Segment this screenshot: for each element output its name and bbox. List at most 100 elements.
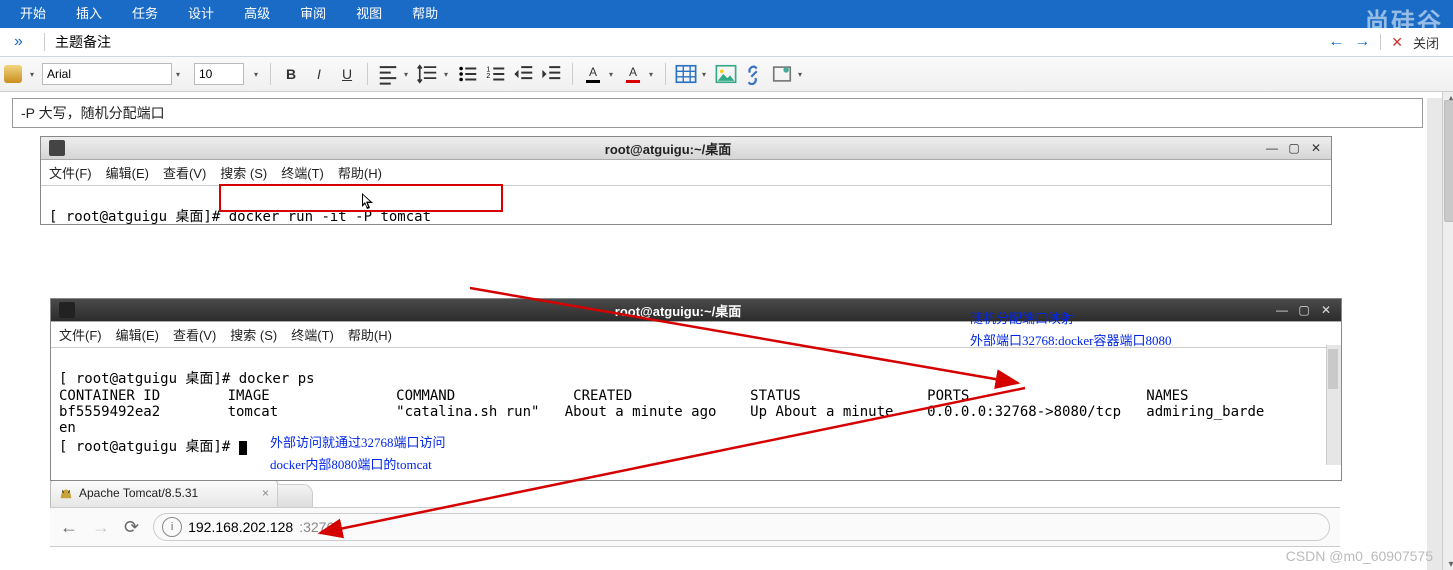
scroll-down-icon[interactable]: ▾ bbox=[1443, 556, 1453, 570]
new-tab-button[interactable] bbox=[277, 484, 313, 507]
term1-menu-term[interactable]: 终端(T) bbox=[281, 163, 324, 182]
annotation-right-2: 外部端口32768:docker容器端口8080 bbox=[970, 330, 1171, 349]
table-dropdown[interactable]: ▾ bbox=[702, 70, 710, 79]
italic-button[interactable]: I bbox=[307, 62, 331, 86]
term1-menu-search[interactable]: 搜索 (S) bbox=[220, 163, 267, 182]
nav-back-icon[interactable]: ← bbox=[1328, 33, 1344, 51]
font-family-dropdown[interactable]: ▾ bbox=[176, 70, 184, 79]
term2-menu-file[interactable]: 文件(F) bbox=[59, 325, 102, 344]
scrollbar-thumb[interactable] bbox=[1328, 349, 1338, 389]
divider bbox=[1380, 34, 1381, 50]
outdent-button[interactable] bbox=[512, 62, 536, 86]
url-port: :32768 bbox=[299, 519, 342, 535]
url-bar[interactable]: i 192.168.202.128 :32768 bbox=[153, 513, 1330, 541]
terminal1-body[interactable]: [ root@atguigu 桌面]# docker run -it -P to… bbox=[41, 186, 1331, 224]
terminal-caret bbox=[239, 441, 247, 455]
term1-menu-view[interactable]: 查看(V) bbox=[163, 163, 206, 182]
object-dropdown[interactable]: ▾ bbox=[798, 70, 806, 79]
terminal-icon bbox=[49, 140, 65, 156]
term2-header: CONTAINER ID IMAGE COMMAND CREATED STATU… bbox=[59, 388, 1188, 404]
bullet-list-button[interactable] bbox=[456, 62, 480, 86]
menu-start[interactable]: 开始 bbox=[20, 3, 46, 22]
browser-window: Apache Tomcat/8.5.31 × ← → ⟳ i 192.168.2… bbox=[50, 478, 1340, 547]
maximize-icon[interactable]: ▢ bbox=[1295, 303, 1313, 317]
align-button[interactable] bbox=[376, 62, 400, 86]
term2-line1: [ root@atguigu 桌面]# docker ps bbox=[59, 371, 315, 387]
nav-fwd-icon[interactable]: → bbox=[1354, 33, 1370, 51]
term2-menu-search[interactable]: 搜索 (S) bbox=[230, 325, 277, 344]
terminal-window-2: root@atguigu:~/桌面 — ▢ ✕ 文件(F) 编辑(E) 查看(V… bbox=[50, 298, 1342, 481]
term1-menu-edit[interactable]: 编辑(E) bbox=[106, 163, 149, 182]
browser-back-icon[interactable]: ← bbox=[60, 517, 78, 538]
url-host: 192.168.202.128 bbox=[188, 519, 293, 535]
term1-menu-help[interactable]: 帮助(H) bbox=[338, 163, 382, 182]
terminal2-scrollbar[interactable] bbox=[1326, 345, 1341, 465]
divider bbox=[367, 63, 368, 85]
topic-bar: » 主题备注 ← → ✕ 关闭 bbox=[0, 28, 1453, 57]
browser-reload-icon[interactable]: ⟳ bbox=[124, 517, 139, 538]
underline-button[interactable]: U bbox=[335, 62, 359, 86]
svg-text:2: 2 bbox=[486, 73, 490, 80]
note-text: -P 大写，随机分配端口 bbox=[21, 105, 165, 121]
main-menu-bar: 开始 插入 任务 设计 高级 审阅 视图 帮助 bbox=[0, 0, 1453, 28]
term2-prompt: [ root@atguigu 桌面]# bbox=[59, 439, 239, 455]
page-scrollbar[interactable]: ▴ ▾ bbox=[1442, 92, 1453, 570]
format-painter-icon[interactable] bbox=[4, 65, 22, 83]
term2-menu-term[interactable]: 终端(T) bbox=[291, 325, 334, 344]
terminal-window-1: root@atguigu:~/桌面 — ▢ ✕ 文件(F) 编辑(E) 查看(V… bbox=[40, 136, 1332, 225]
close-icon[interactable]: ✕ bbox=[1307, 141, 1325, 155]
tomcat-favicon-icon bbox=[59, 486, 73, 500]
mouse-cursor-icon bbox=[361, 192, 377, 212]
menu-view[interactable]: 视图 bbox=[356, 3, 382, 22]
insert-image-button[interactable] bbox=[714, 62, 738, 86]
font-size-select[interactable] bbox=[194, 63, 244, 85]
terminal2-titlebar[interactable]: root@atguigu:~/桌面 — ▢ ✕ bbox=[51, 299, 1341, 322]
format-dropdown[interactable]: ▾ bbox=[30, 70, 38, 79]
divider bbox=[572, 63, 573, 85]
menu-insert[interactable]: 插入 bbox=[76, 3, 102, 22]
line-spacing-button[interactable] bbox=[416, 62, 440, 86]
expand-icon[interactable]: » bbox=[6, 33, 34, 51]
note-box[interactable]: -P 大写，随机分配端口 bbox=[12, 98, 1423, 128]
menu-help[interactable]: 帮助 bbox=[412, 3, 438, 22]
highlight-color-button[interactable]: A bbox=[581, 62, 605, 86]
bold-button[interactable]: B bbox=[279, 62, 303, 86]
terminal2-body[interactable]: [ root@atguigu 桌面]# docker ps CONTAINER … bbox=[51, 348, 1341, 480]
font-color-dropdown[interactable]: ▾ bbox=[649, 70, 657, 79]
menu-review[interactable]: 审阅 bbox=[300, 3, 326, 22]
tab-close-icon[interactable]: × bbox=[262, 486, 269, 500]
indent-button[interactable] bbox=[540, 62, 564, 86]
browser-tab[interactable]: Apache Tomcat/8.5.31 × bbox=[50, 478, 278, 507]
maximize-icon[interactable]: ▢ bbox=[1285, 141, 1303, 155]
divider bbox=[270, 63, 271, 85]
menu-adv[interactable]: 高级 bbox=[244, 3, 270, 22]
terminal1-titlebar[interactable]: root@atguigu:~/桌面 — ▢ ✕ bbox=[41, 137, 1331, 160]
browser-fwd-icon[interactable]: → bbox=[92, 517, 110, 538]
page-scroll-thumb[interactable] bbox=[1444, 100, 1453, 222]
nav-close-icon[interactable]: ✕ bbox=[1391, 34, 1403, 51]
font-size-dropdown[interactable]: ▾ bbox=[254, 70, 262, 79]
minimize-icon[interactable]: — bbox=[1263, 141, 1281, 155]
line-spacing-dropdown[interactable]: ▾ bbox=[444, 70, 452, 79]
insert-link-button[interactable] bbox=[742, 62, 766, 86]
terminal1-title: root@atguigu:~/桌面 bbox=[73, 139, 1263, 158]
font-family-select[interactable] bbox=[42, 63, 172, 85]
term2-line3: en bbox=[59, 420, 76, 436]
insert-object-button[interactable] bbox=[770, 62, 794, 86]
highlight-dropdown[interactable]: ▾ bbox=[609, 70, 617, 79]
nav-close-label[interactable]: 关闭 bbox=[1413, 33, 1439, 52]
divider bbox=[665, 63, 666, 85]
insert-table-button[interactable] bbox=[674, 62, 698, 86]
menu-task[interactable]: 任务 bbox=[132, 3, 158, 22]
font-color-button[interactable]: A bbox=[621, 62, 645, 86]
minimize-icon[interactable]: — bbox=[1273, 303, 1291, 317]
close-icon[interactable]: ✕ bbox=[1317, 303, 1335, 317]
term1-menu-file[interactable]: 文件(F) bbox=[49, 163, 92, 182]
menu-design[interactable]: 设计 bbox=[188, 3, 214, 22]
term2-menu-view[interactable]: 查看(V) bbox=[173, 325, 216, 344]
number-list-button[interactable]: 12 bbox=[484, 62, 508, 86]
align-dropdown[interactable]: ▾ bbox=[404, 70, 412, 79]
term2-menu-edit[interactable]: 编辑(E) bbox=[116, 325, 159, 344]
term2-menu-help[interactable]: 帮助(H) bbox=[348, 325, 392, 344]
site-info-icon[interactable]: i bbox=[162, 517, 182, 537]
